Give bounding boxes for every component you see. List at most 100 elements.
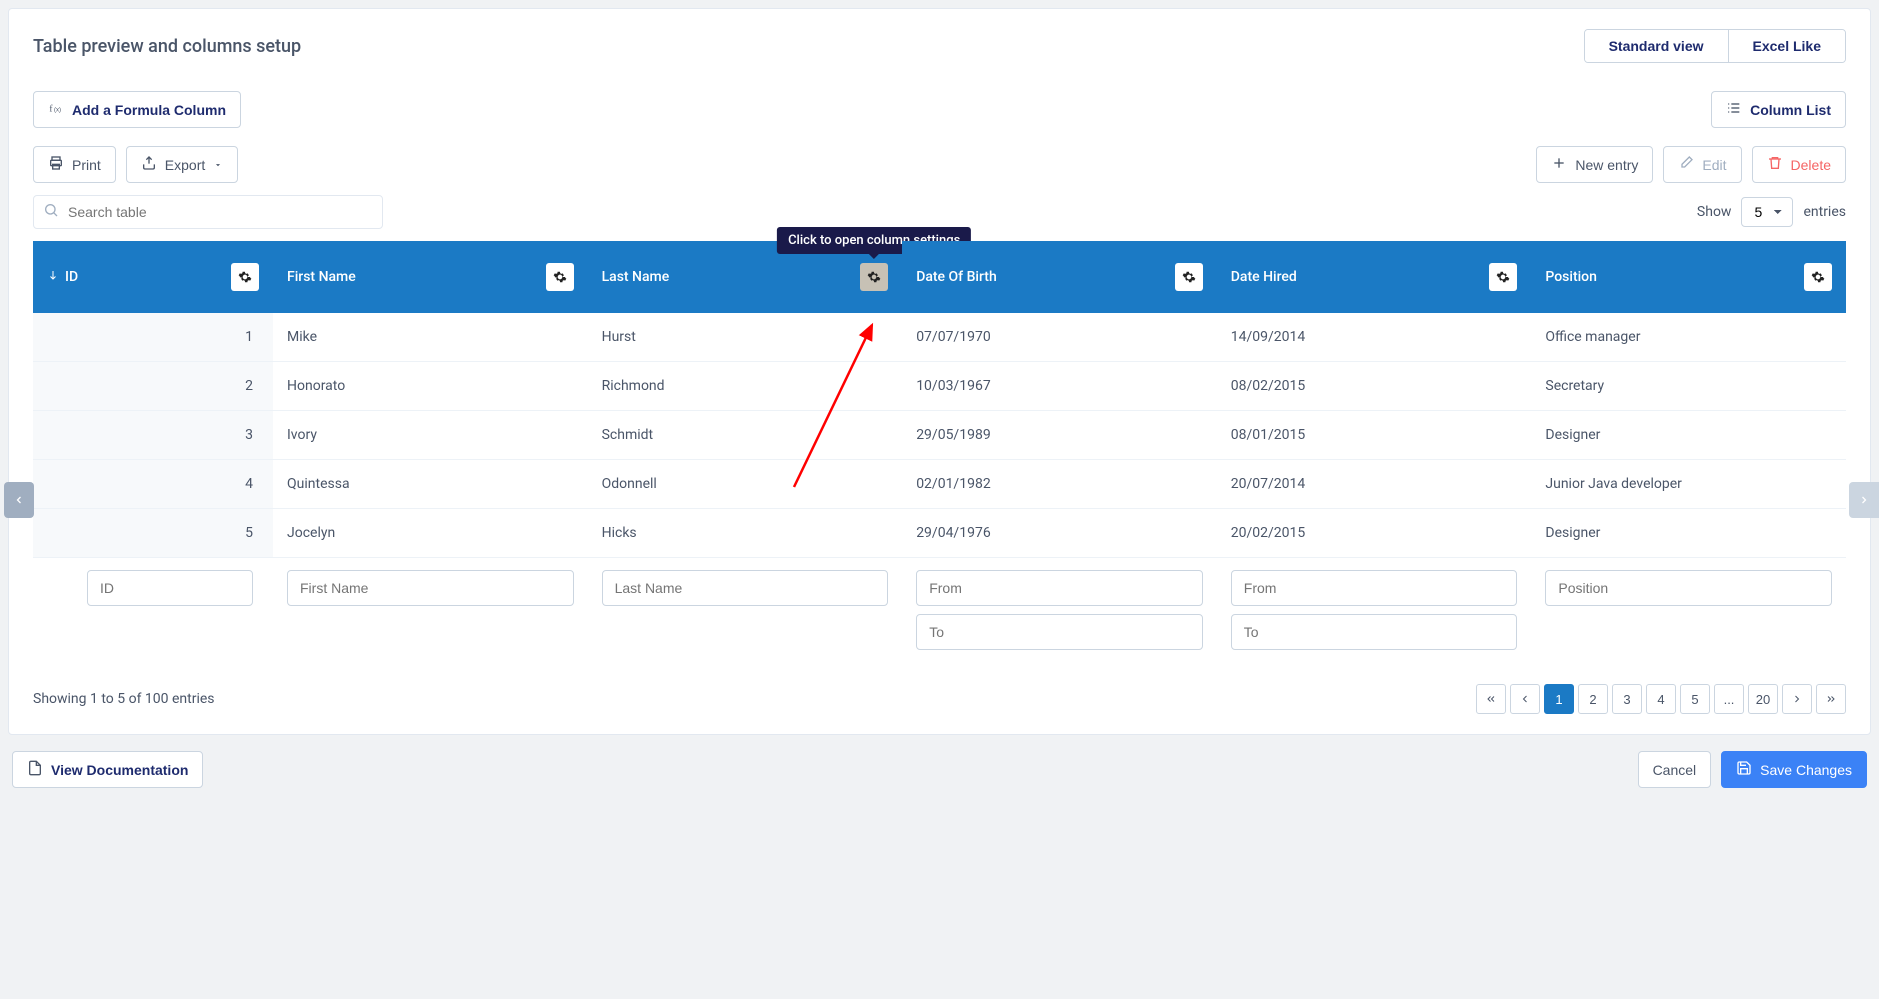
new-entry-label: New entry: [1575, 157, 1638, 173]
new-entry-button[interactable]: New entry: [1536, 146, 1653, 183]
cell-position: Junior Java developer: [1531, 460, 1846, 509]
page-first[interactable]: [1476, 684, 1506, 714]
print-label: Print: [72, 157, 101, 173]
chevron-down-icon: [213, 157, 223, 173]
page-4[interactable]: 4: [1646, 684, 1676, 714]
column-list-button[interactable]: Column List: [1711, 91, 1846, 128]
column-settings-last-name[interactable]: [860, 263, 888, 291]
delete-button[interactable]: Delete: [1752, 146, 1846, 183]
cell-last-name: Hurst: [588, 313, 903, 362]
page-prev[interactable]: [1510, 684, 1540, 714]
column-header-hired[interactable]: Date Hired: [1217, 241, 1532, 313]
cell-first-name: Quintessa: [273, 460, 588, 509]
pencil-icon: [1678, 155, 1694, 174]
filter-first-name[interactable]: [287, 570, 574, 606]
page-1[interactable]: 1: [1544, 684, 1574, 714]
add-formula-label: Add a Formula Column: [72, 102, 226, 118]
filter-dob-from[interactable]: [916, 570, 1203, 606]
cell-first-name: Mike: [273, 313, 588, 362]
cancel-button[interactable]: Cancel: [1638, 751, 1712, 788]
cell-dob: 29/04/1976: [902, 509, 1217, 558]
table-row[interactable]: 2HonoratoRichmond10/03/196708/02/2015Sec…: [33, 362, 1846, 411]
column-header-last-name[interactable]: Last Name Click to open column settings: [588, 241, 903, 313]
cell-dob: 29/05/1989: [902, 411, 1217, 460]
document-icon: [27, 760, 43, 779]
column-settings-dob[interactable]: [1175, 263, 1203, 291]
search-input[interactable]: [33, 195, 383, 229]
table-row[interactable]: 3IvorySchmidt29/05/198908/01/2015Designe…: [33, 411, 1846, 460]
cell-id: 2: [33, 362, 273, 411]
data-table: ID First Name: [33, 241, 1846, 662]
cell-last-name: Hicks: [588, 509, 903, 558]
export-button[interactable]: Export: [126, 146, 238, 183]
cell-dob: 07/07/1970: [902, 313, 1217, 362]
excel-like-button[interactable]: Excel Like: [1728, 30, 1846, 62]
page-5[interactable]: 5: [1680, 684, 1710, 714]
save-changes-button[interactable]: Save Changes: [1721, 751, 1867, 788]
column-header-first-name[interactable]: First Name: [273, 241, 588, 313]
column-list-label: Column List: [1750, 102, 1831, 118]
table-row[interactable]: 5JocelynHicks29/04/197620/02/2015Designe…: [33, 509, 1846, 558]
plus-icon: [1551, 155, 1567, 174]
cell-first-name: Ivory: [273, 411, 588, 460]
page-20[interactable]: 20: [1748, 684, 1778, 714]
cell-last-name: Richmond: [588, 362, 903, 411]
column-header-position[interactable]: Position: [1531, 241, 1846, 313]
cell-hired: 14/09/2014: [1217, 313, 1532, 362]
filter-dob-to[interactable]: [916, 614, 1203, 650]
trash-icon: [1767, 155, 1783, 174]
add-formula-column-button[interactable]: f(x) Add a Formula Column: [33, 91, 241, 128]
table-row[interactable]: 1MikeHurst07/07/197014/09/2014Office man…: [33, 313, 1846, 362]
filter-position[interactable]: [1545, 570, 1832, 606]
show-label: Show: [1697, 204, 1732, 220]
cell-first-name: Jocelyn: [273, 509, 588, 558]
cell-hired: 08/01/2015: [1217, 411, 1532, 460]
column-header-id[interactable]: ID: [33, 241, 273, 313]
filter-last-name[interactable]: [602, 570, 889, 606]
table-row[interactable]: 4QuintessaOdonnell02/01/198220/07/2014Ju…: [33, 460, 1846, 509]
cell-position: Designer: [1531, 411, 1846, 460]
column-settings-first-name[interactable]: [546, 263, 574, 291]
entries-select[interactable]: 5: [1741, 197, 1793, 227]
svg-text:(x): (x): [54, 107, 61, 113]
side-nav-next[interactable]: [1849, 482, 1879, 518]
cell-hired: 20/07/2014: [1217, 460, 1532, 509]
column-settings-id[interactable]: [231, 263, 259, 291]
column-settings-position[interactable]: [1804, 263, 1832, 291]
export-label: Export: [165, 157, 205, 173]
page-last[interactable]: [1816, 684, 1846, 714]
view-doc-label: View Documentation: [51, 762, 188, 778]
filter-hired-to[interactable]: [1231, 614, 1518, 650]
print-icon: [48, 155, 64, 174]
filter-id[interactable]: [87, 570, 253, 606]
cell-last-name: Odonnell: [588, 460, 903, 509]
cell-id: 3: [33, 411, 273, 460]
entries-info: Showing 1 to 5 of 100 entries: [33, 691, 215, 707]
formula-icon: f(x): [48, 100, 64, 119]
filter-row: [33, 558, 1846, 663]
svg-text:f: f: [49, 103, 53, 114]
cell-id: 4: [33, 460, 273, 509]
save-icon: [1736, 760, 1752, 779]
page-3[interactable]: 3: [1612, 684, 1642, 714]
column-settings-hired[interactable]: [1489, 263, 1517, 291]
edit-label: Edit: [1702, 157, 1726, 173]
view-toggle: Standard view Excel Like: [1584, 29, 1846, 63]
cell-position: Office manager: [1531, 313, 1846, 362]
column-header-dob[interactable]: Date Of Birth: [902, 241, 1217, 313]
page-next[interactable]: [1782, 684, 1812, 714]
cell-dob: 02/01/1982: [902, 460, 1217, 509]
filter-hired-from[interactable]: [1231, 570, 1518, 606]
standard-view-button[interactable]: Standard view: [1585, 30, 1728, 62]
side-nav-prev[interactable]: [4, 482, 34, 518]
page-title: Table preview and columns setup: [33, 36, 301, 57]
cell-dob: 10/03/1967: [902, 362, 1217, 411]
table-header-row: ID First Name: [33, 241, 1846, 313]
page-2[interactable]: 2: [1578, 684, 1608, 714]
edit-button[interactable]: Edit: [1663, 146, 1741, 183]
print-button[interactable]: Print: [33, 146, 116, 183]
list-icon: [1726, 100, 1742, 119]
view-documentation-button[interactable]: View Documentation: [12, 751, 203, 788]
page-...[interactable]: ...: [1714, 684, 1744, 714]
cell-id: 1: [33, 313, 273, 362]
